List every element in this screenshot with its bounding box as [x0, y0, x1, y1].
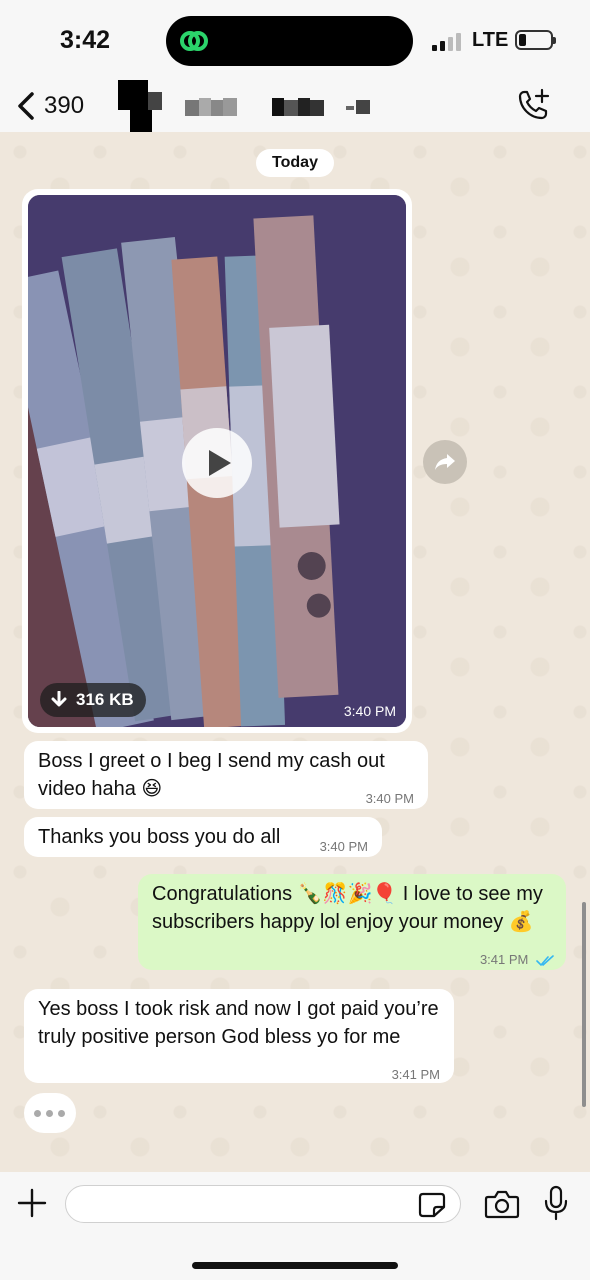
message-bubble-incoming[interactable]: Boss I greet o I beg I send my cash out … — [24, 741, 428, 809]
dynamic-island — [166, 16, 413, 66]
status-bar: 3:42 LTE — [0, 0, 590, 80]
chat-area[interactable]: Today 316 KB 3:40 PM Boss I greet o I be… — [0, 132, 590, 1172]
avatar[interactable] — [116, 80, 166, 132]
battery-icon — [515, 30, 556, 50]
composer-bar — [0, 1172, 590, 1280]
home-indicator[interactable] — [192, 1262, 398, 1269]
message-bubble-outgoing[interactable]: Congratulations 🍾🎊🎉🎈 I love to see my su… — [138, 874, 566, 970]
link-rings-icon — [180, 31, 208, 51]
message-bubble-incoming[interactable]: Yes boss I took risk and now I got paid … — [24, 989, 454, 1083]
file-size: 316 KB — [76, 690, 134, 709]
camera-icon[interactable] — [484, 1188, 520, 1220]
unread-count: 390 — [44, 92, 85, 119]
redacted-name-block — [272, 98, 324, 116]
forward-button[interactable] — [423, 440, 467, 484]
download-button[interactable]: 316 KB — [40, 683, 146, 717]
message-time: 3:40 PM — [319, 839, 368, 854]
redacted-name-block — [185, 98, 237, 116]
plus-icon[interactable] — [16, 1187, 48, 1219]
download-icon — [51, 691, 67, 707]
date-separator: Today — [256, 149, 334, 177]
chat-header: 390 — [0, 80, 590, 132]
play-icon[interactable] — [182, 428, 252, 498]
message-text: Boss I greet o I beg I send my cash out … — [38, 750, 385, 800]
back-button[interactable]: 390 — [14, 86, 84, 126]
video-message[interactable]: 316 KB 3:40 PM — [22, 189, 412, 733]
message-bubble-incoming[interactable]: Thanks you boss you do all 3:40 PM — [24, 817, 382, 857]
message-time: 3:40 PM — [343, 703, 396, 719]
network-label: LTE — [472, 29, 509, 51]
video-thumbnail[interactable]: 316 KB 3:40 PM — [28, 195, 406, 727]
status-time: 3:42 — [60, 26, 111, 54]
message-text: Yes boss I took risk and now I got paid … — [38, 998, 439, 1048]
microphone-icon[interactable] — [542, 1185, 570, 1221]
sticker-icon[interactable] — [418, 1192, 446, 1218]
message-time: 3:40 PM — [365, 791, 414, 806]
message-time-with-status: 3:41 PM — [480, 946, 554, 974]
forward-icon — [435, 454, 455, 470]
message-time: 3:41 PM — [391, 1067, 440, 1082]
redacted-name-block — [346, 100, 370, 114]
chevron-left-icon — [18, 92, 34, 120]
signal-icon — [432, 31, 462, 51]
message-input[interactable] — [65, 1185, 461, 1223]
message-text: Thanks you boss you do all — [38, 826, 281, 848]
message-text: Congratulations 🍾🎊🎉🎈 I love to see my su… — [152, 883, 543, 933]
phone-add-icon[interactable] — [512, 86, 552, 126]
scrollbar[interactable] — [582, 902, 586, 1107]
message-time: 3:41 PM — [479, 952, 529, 967]
typing-indicator — [24, 1093, 76, 1133]
read-ticks-icon — [536, 954, 554, 966]
